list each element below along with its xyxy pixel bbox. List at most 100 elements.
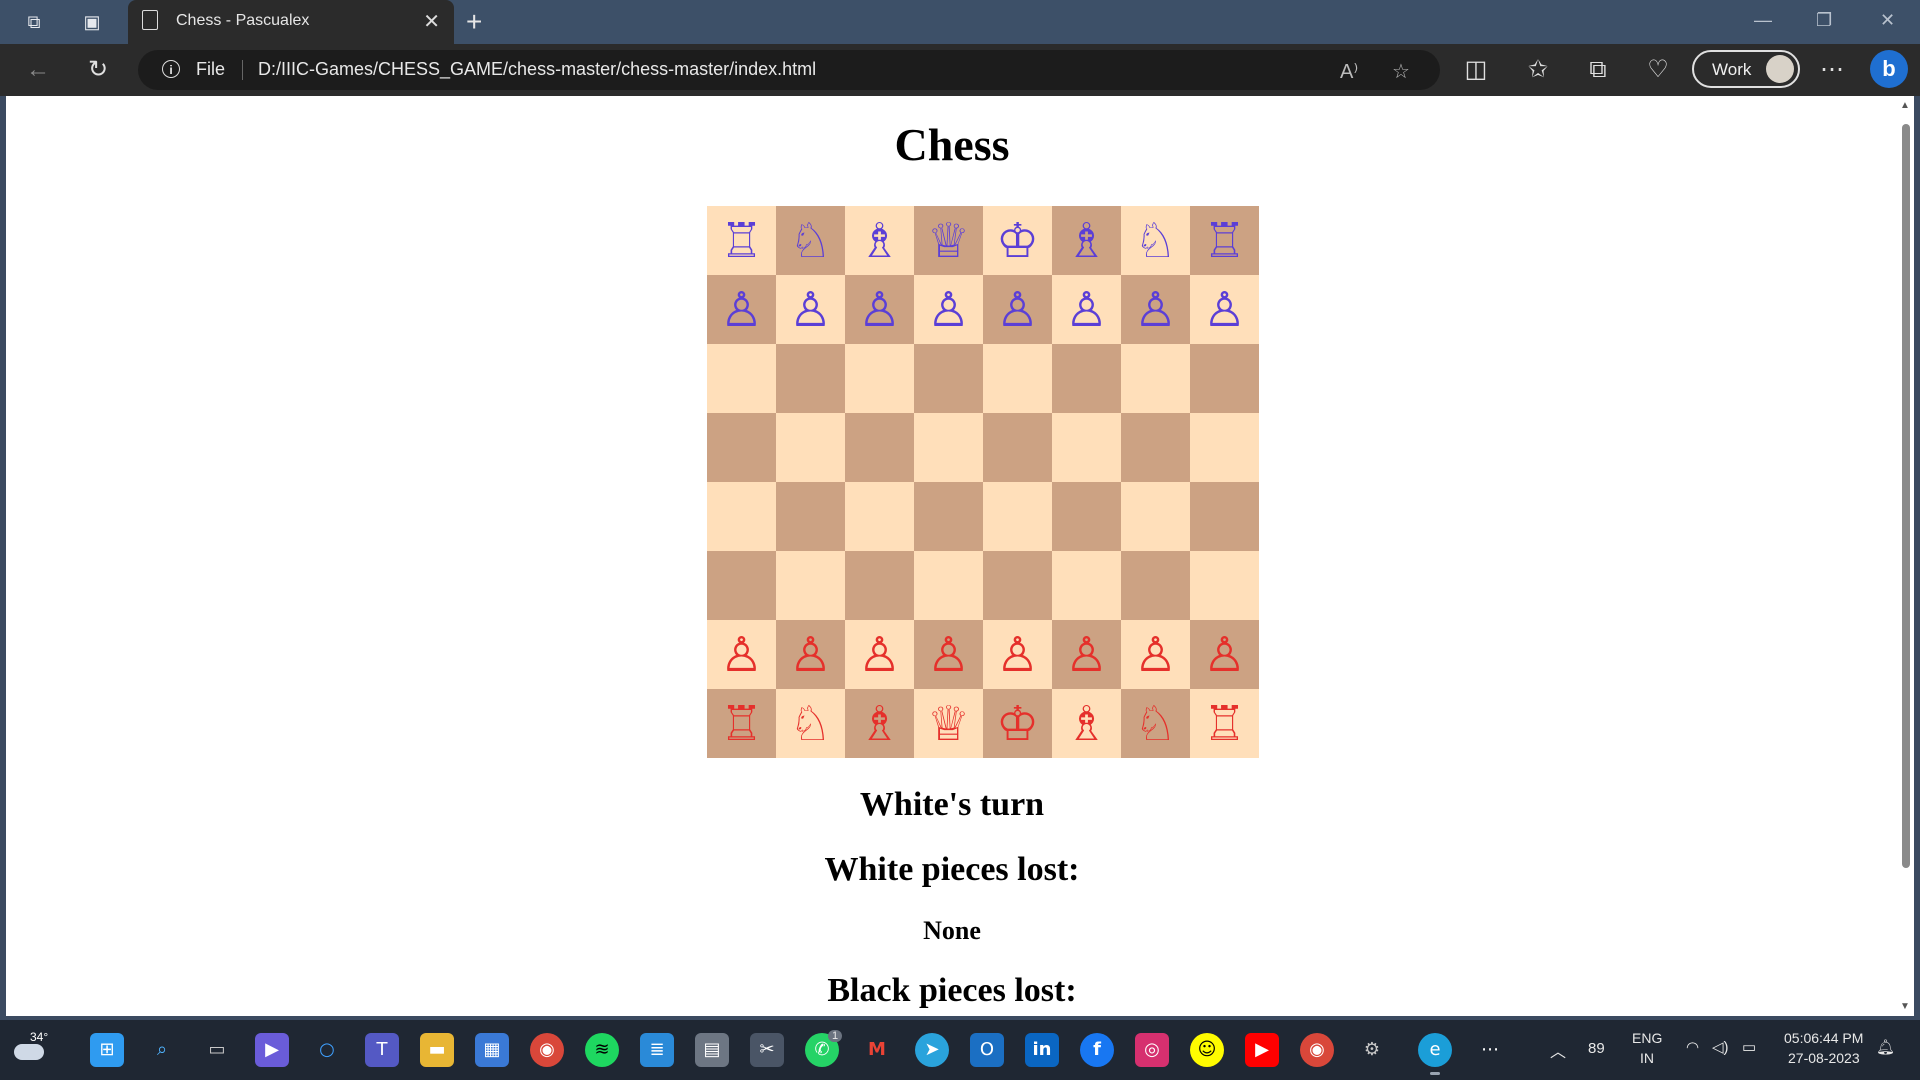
chess-piece[interactable]: ♙ <box>927 286 970 334</box>
address-url[interactable]: D:/IIIC-Games/CHESS_GAME/chess-master/ch… <box>258 59 816 80</box>
board-square[interactable] <box>776 413 845 482</box>
minimize-icon[interactable]: — <box>1754 10 1772 31</box>
scroll-up-icon[interactable]: ▲ <box>1900 100 1910 111</box>
info-icon[interactable]: i <box>162 60 180 78</box>
board-square[interactable]: ♗ <box>1052 689 1121 758</box>
board-square[interactable]: ♙ <box>776 275 845 344</box>
board-square[interactable] <box>1052 413 1121 482</box>
board-square[interactable]: ♙ <box>914 275 983 344</box>
chess-piece[interactable]: ♖ <box>720 700 763 748</box>
edge-icon[interactable]: e <box>1418 1033 1452 1067</box>
board-square[interactable] <box>983 413 1052 482</box>
chess-piece[interactable]: ♖ <box>1203 700 1246 748</box>
board-square[interactable] <box>1190 551 1259 620</box>
board-square[interactable] <box>776 344 845 413</box>
gmail-icon[interactable]: M <box>860 1033 894 1067</box>
scrollbar-thumb[interactable] <box>1902 124 1910 868</box>
board-square[interactable]: ♙ <box>1052 620 1121 689</box>
teams-icon[interactable]: T <box>365 1033 399 1067</box>
chess-piece[interactable]: ♕ <box>927 217 970 265</box>
board-square[interactable] <box>1121 551 1190 620</box>
chess-piece[interactable]: ♘ <box>789 700 832 748</box>
scroll-down-icon[interactable]: ▼ <box>1900 1001 1910 1012</box>
board-square[interactable]: ♗ <box>845 206 914 275</box>
chess-piece[interactable]: ♙ <box>1065 631 1108 679</box>
chess-piece[interactable]: ♙ <box>927 631 970 679</box>
chess-piece[interactable]: ♙ <box>1134 286 1177 334</box>
board-square[interactable] <box>776 482 845 551</box>
board-square[interactable]: ♖ <box>707 206 776 275</box>
board-square[interactable] <box>914 551 983 620</box>
task-view-icon[interactable]: ▭ <box>200 1033 234 1067</box>
calculator-icon[interactable]: ▤ <box>695 1033 729 1067</box>
file-explorer-icon[interactable]: ▬ <box>420 1033 454 1067</box>
board-square[interactable]: ♙ <box>983 620 1052 689</box>
board-square[interactable]: ♙ <box>1052 275 1121 344</box>
weather-widget[interactable]: 34° <box>12 1030 48 1062</box>
chess-piece[interactable]: ♙ <box>789 286 832 334</box>
close-window-icon[interactable]: ✕ <box>1880 10 1895 31</box>
volume-icon[interactable]: ◁) <box>1712 1038 1729 1056</box>
board-square[interactable]: ♙ <box>1190 275 1259 344</box>
board-square[interactable]: ♙ <box>845 275 914 344</box>
chess-piece[interactable]: ♖ <box>1203 217 1246 265</box>
browser-tab-active[interactable]: Chess - Pascualex ✕ <box>128 0 454 44</box>
board-square[interactable] <box>1190 482 1259 551</box>
board-square[interactable] <box>983 344 1052 413</box>
board-square[interactable]: ♘ <box>776 206 845 275</box>
restore-icon[interactable]: ❐ <box>1816 10 1832 31</box>
chess-piece[interactable]: ♙ <box>996 631 1039 679</box>
chess-piece[interactable]: ♗ <box>858 217 901 265</box>
back-button[interactable]: ← <box>24 56 52 84</box>
read-aloud-icon[interactable]: A⁾ <box>1340 59 1358 84</box>
board-square[interactable] <box>914 344 983 413</box>
tab-close-icon[interactable]: ✕ <box>423 9 440 34</box>
wifi-icon[interactable]: ◠ <box>1686 1038 1699 1056</box>
chess-piece[interactable]: ♙ <box>789 631 832 679</box>
chess-piece[interactable]: ♙ <box>1203 631 1246 679</box>
board-square[interactable]: ♙ <box>707 620 776 689</box>
board-square[interactable] <box>1121 482 1190 551</box>
board-square[interactable]: ♗ <box>1052 206 1121 275</box>
board-square[interactable]: ♔ <box>983 689 1052 758</box>
chess-piece[interactable]: ♕ <box>927 700 970 748</box>
chess-piece[interactable]: ♗ <box>1065 700 1108 748</box>
chess-piece[interactable]: ♙ <box>1203 286 1246 334</box>
board-square[interactable] <box>983 551 1052 620</box>
board-square[interactable] <box>707 551 776 620</box>
language-top[interactable]: ENG <box>1632 1030 1662 1046</box>
chess-piece[interactable]: ♗ <box>1065 217 1108 265</box>
copilot-icon[interactable]: b <box>1870 50 1908 88</box>
board-square[interactable]: ♙ <box>707 275 776 344</box>
board-square[interactable]: ♖ <box>1190 206 1259 275</box>
split-screen-icon[interactable]: ◫ <box>1462 56 1490 84</box>
board-square[interactable]: ♙ <box>1121 620 1190 689</box>
board-square[interactable]: ♙ <box>983 275 1052 344</box>
chess-piece[interactable]: ♘ <box>1134 217 1177 265</box>
chess-piece[interactable]: ♔ <box>996 700 1039 748</box>
notification-bell-icon[interactable]: 🔔︎ <box>1876 1038 1895 1056</box>
board-square[interactable] <box>914 482 983 551</box>
board-square[interactable]: ♔ <box>983 206 1052 275</box>
more-options-icon[interactable]: ⋯ <box>1818 56 1846 84</box>
profile-button[interactable]: Work <box>1692 50 1800 88</box>
settings-icon[interactable]: ⚙ <box>1355 1033 1389 1067</box>
notepad-icon[interactable]: ≣ <box>640 1033 674 1067</box>
board-square[interactable]: ♙ <box>776 620 845 689</box>
favorite-star-icon[interactable]: ☆ <box>1392 59 1410 84</box>
address-bar[interactable]: i File D:/IIIC-Games/CHESS_GAME/chess-ma… <box>138 50 1440 90</box>
telegram-icon[interactable]: ➤ <box>915 1033 949 1067</box>
collections-icon[interactable]: ⧉ <box>1584 56 1612 84</box>
youtube-icon[interactable]: ▶ <box>1245 1033 1279 1067</box>
chess-piece[interactable]: ♘ <box>789 217 832 265</box>
board-square[interactable] <box>1052 344 1121 413</box>
chess-piece[interactable]: ♙ <box>720 631 763 679</box>
favorites-icon[interactable]: ✩ <box>1524 56 1552 84</box>
store-icon[interactable]: ▦ <box>475 1033 509 1067</box>
board-square[interactable] <box>1190 413 1259 482</box>
show-hidden-icons[interactable]: ︿ <box>1550 1038 1566 1062</box>
board-square[interactable]: ♘ <box>1121 689 1190 758</box>
chrome-icon[interactable]: ◉ <box>530 1033 564 1067</box>
chess-piece[interactable]: ♙ <box>720 286 763 334</box>
board-square[interactable] <box>845 413 914 482</box>
